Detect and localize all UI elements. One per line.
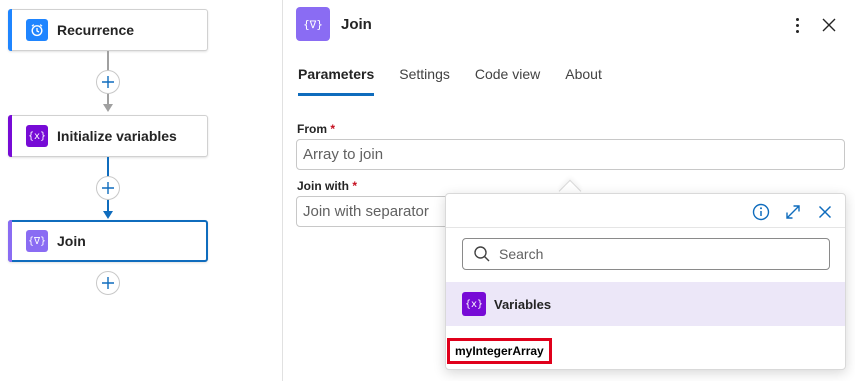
required-marker: * (330, 122, 336, 136)
more-options-button[interactable] (786, 13, 808, 37)
join-icon: {∇} (296, 7, 330, 41)
join-icon: {∇} (26, 230, 48, 252)
connector-arrow-icon (103, 104, 113, 112)
expand-icon (786, 205, 800, 219)
card-accent (8, 115, 12, 157)
info-icon (752, 203, 770, 221)
join-with-field-label: Join with * (297, 179, 358, 193)
recurrence-action-card[interactable]: Recurrence (8, 9, 208, 51)
join-with-input-placeholder: Join with separator (303, 203, 429, 220)
tab-parameters[interactable]: Parameters (298, 66, 375, 96)
popup-header-divider (446, 227, 845, 228)
from-field-label: From * (297, 122, 336, 136)
add-action-button[interactable] (96, 176, 120, 200)
close-icon (822, 18, 836, 32)
plus-icon (102, 76, 114, 88)
search-placeholder: Search (499, 246, 544, 262)
connector-arrow-icon (103, 211, 113, 219)
info-button[interactable] (751, 202, 771, 222)
variable-icon: {x} (26, 125, 48, 147)
required-marker: * (352, 179, 358, 193)
variable-icon: {x} (462, 292, 486, 316)
panel-title: Join (341, 16, 372, 33)
panel-tabs: Parameters Settings Code view About (298, 66, 627, 96)
join-with-input[interactable]: Join with separator (296, 196, 456, 227)
tab-code-view[interactable]: Code view (475, 66, 540, 96)
alarm-clock-icon (26, 19, 48, 41)
close-icon (818, 205, 832, 219)
join-action-card[interactable]: {∇} Join (8, 220, 208, 262)
plus-icon (102, 277, 114, 289)
card-label: Initialize variables (57, 128, 177, 144)
card-accent (8, 9, 12, 51)
close-panel-button[interactable] (818, 14, 840, 36)
variables-section-header[interactable]: {x} Variables (446, 282, 845, 326)
panel-divider (282, 0, 283, 381)
expand-button[interactable] (783, 202, 803, 222)
dynamic-content-popup: Search {x} Variables myIntegerArray (445, 193, 846, 370)
more-dots-icon (795, 17, 799, 21)
initialize-variables-action-card[interactable]: {x} Initialize variables (8, 115, 208, 157)
from-input[interactable]: Array to join (296, 139, 845, 170)
tab-about[interactable]: About (565, 66, 602, 96)
variable-item-myintegerarray[interactable]: myIntegerArray (447, 338, 552, 364)
workflow-canvas: Recurrence {x} Initialize variables {∇} … (0, 0, 282, 381)
search-icon (474, 246, 490, 262)
card-label: Join (57, 233, 86, 249)
card-accent (8, 220, 12, 262)
close-popup-button[interactable] (815, 202, 835, 222)
tab-settings[interactable]: Settings (399, 66, 450, 96)
card-label: Recurrence (57, 22, 135, 38)
add-action-button[interactable] (96, 70, 120, 94)
add-action-button[interactable] (96, 271, 120, 295)
from-input-placeholder: Array to join (303, 146, 384, 163)
search-input[interactable]: Search (462, 238, 830, 270)
variables-section-label: Variables (494, 296, 552, 312)
plus-icon (102, 182, 114, 194)
